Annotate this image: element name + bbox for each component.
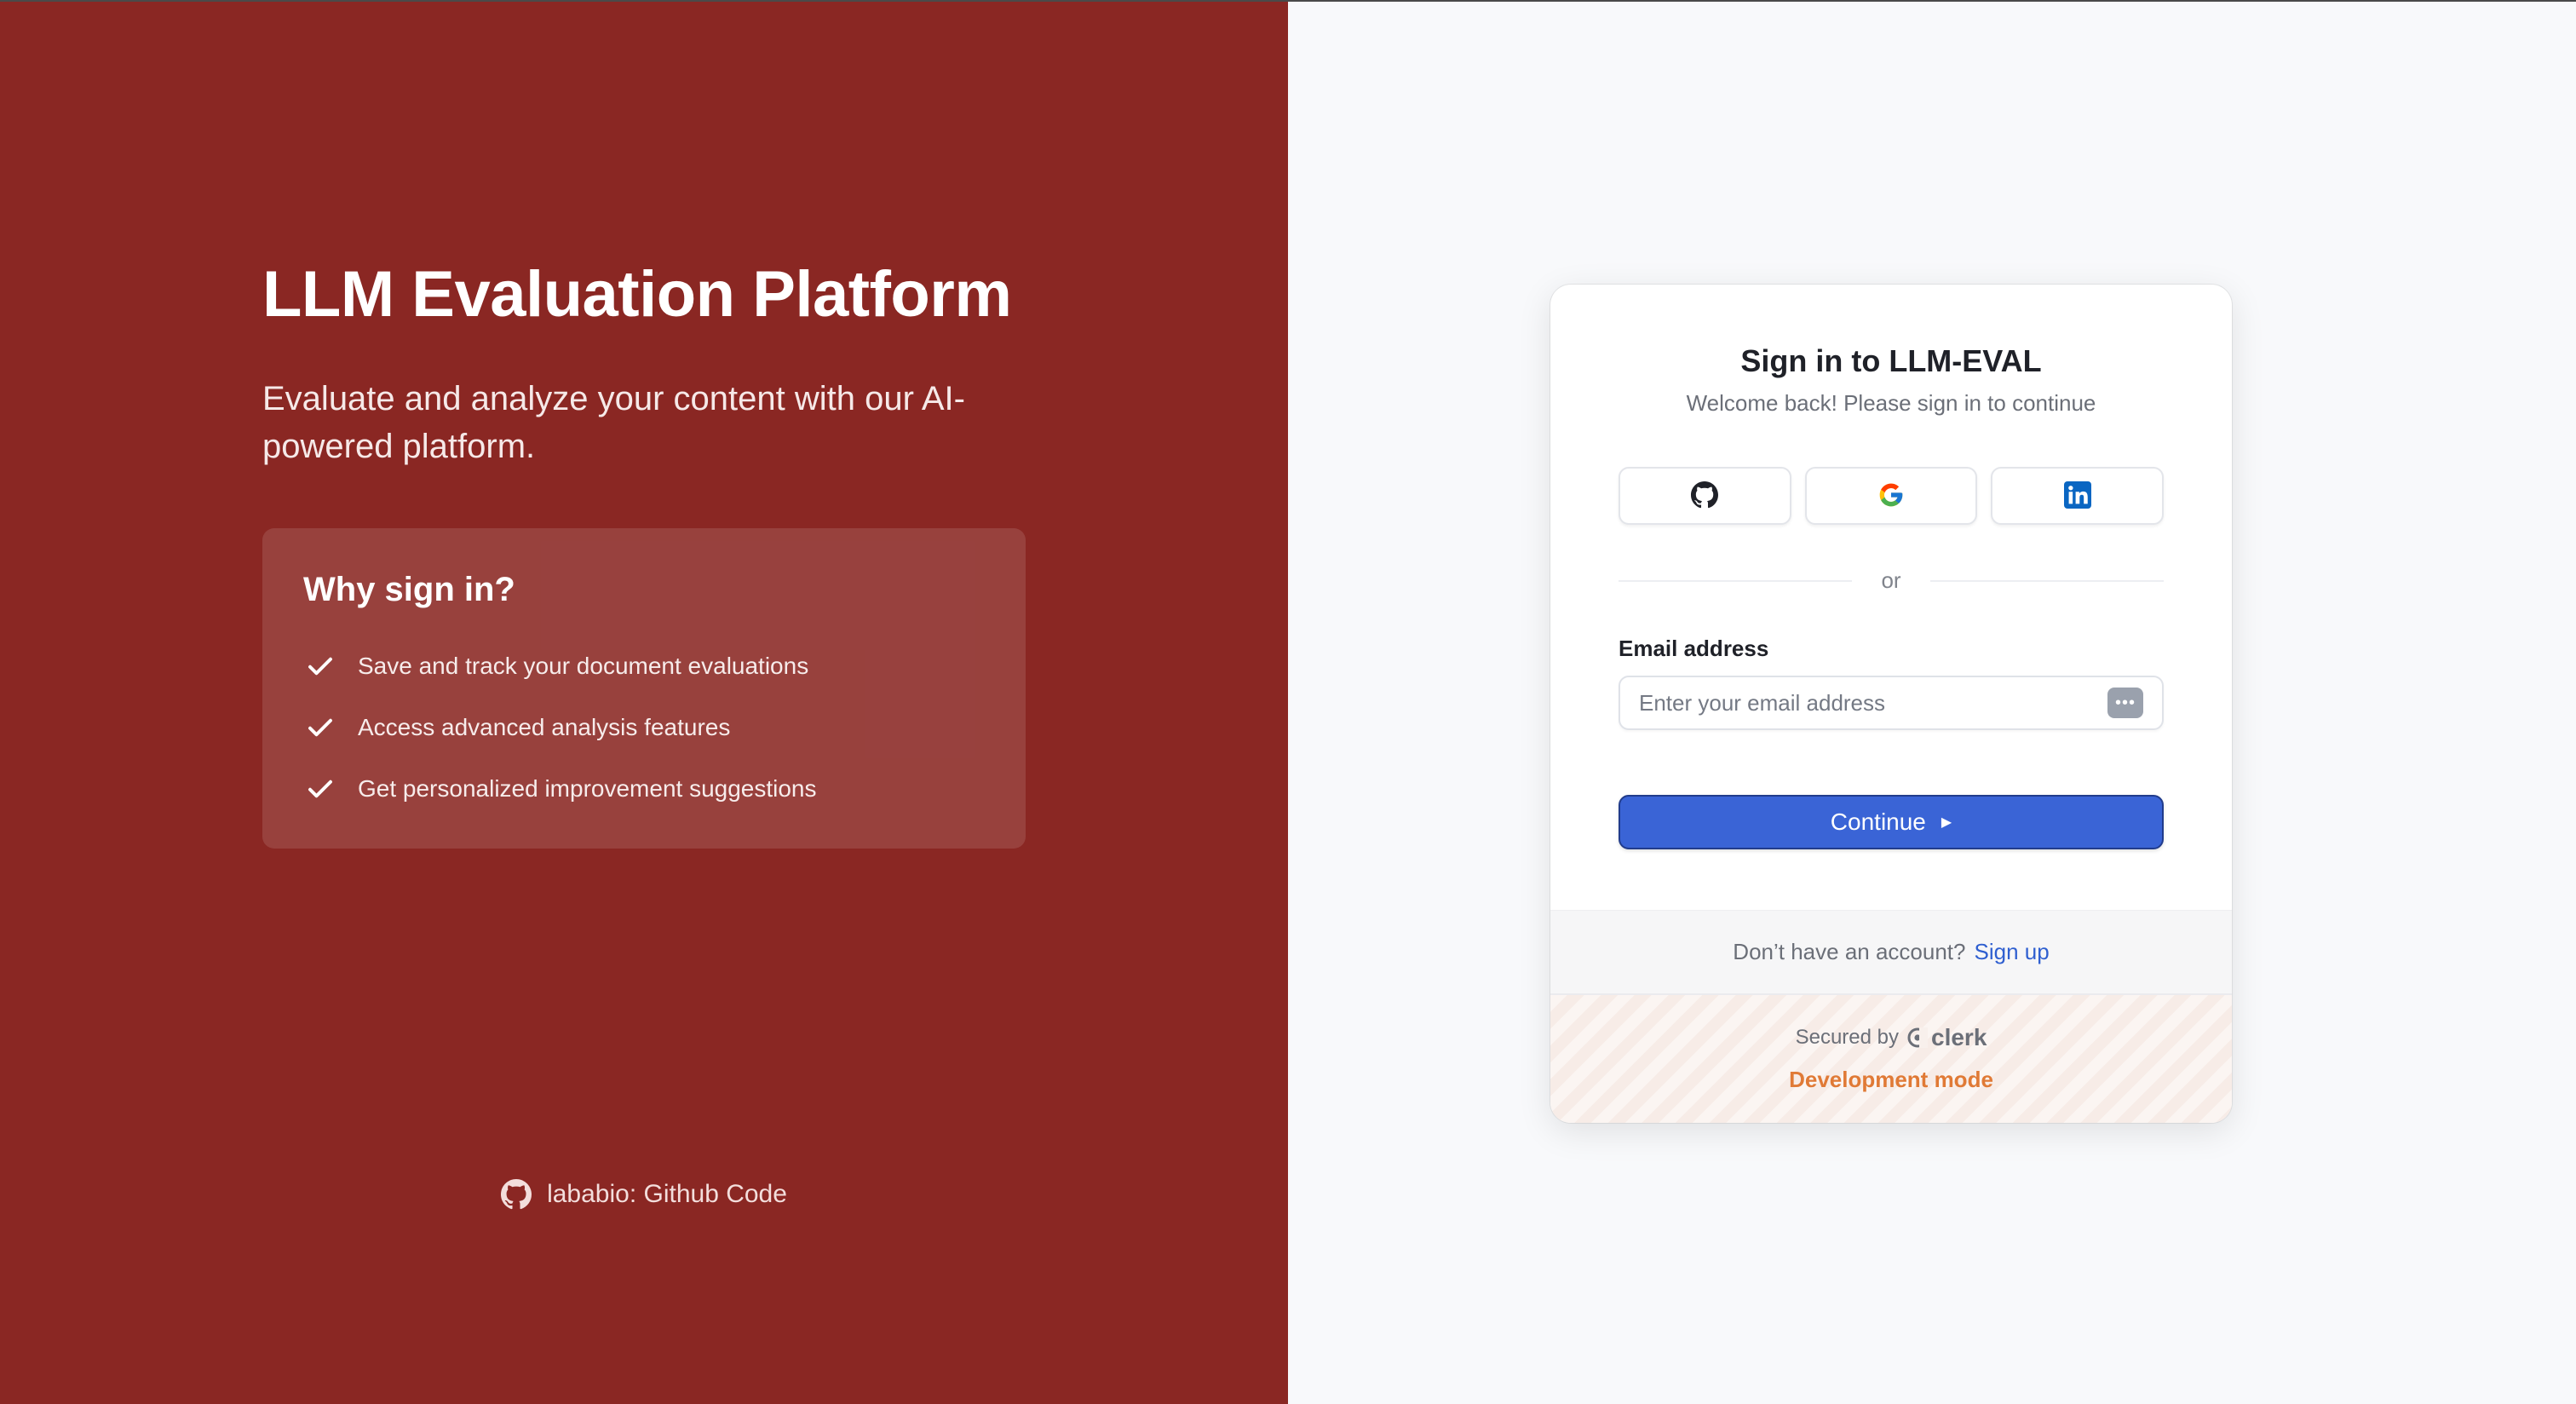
clerk-brand-text: clerk [1931,1024,1987,1050]
clerk-logo[interactable]: clerk [1907,1024,1987,1051]
why-signin-title: Why sign in? [303,571,515,608]
clerk-icon [1907,1027,1928,1048]
github-signin-button[interactable] [1619,467,1791,525]
email-input-wrapper: ••• [1619,676,2164,730]
divider-line [1929,579,2164,582]
list-item: Get personalized improvement suggestions [303,758,985,820]
google-icon [1877,481,1905,511]
email-field-group: Email address ••• [1619,635,2164,730]
left-panel: LLM Evaluation Platform Evaluate and ana… [0,0,1288,1404]
or-divider: or [1619,567,2164,594]
caret-right-icon: ▶ [1941,815,1952,830]
linkedin-icon [2063,480,2091,511]
list-item: Access advanced analysis features [303,697,985,758]
signup-link[interactable]: Sign up [1975,939,2050,965]
why-signin-box: Why sign in? Save and track your documen… [262,528,1026,849]
check-icon [303,711,337,745]
no-account-text: Don’t have an account? [1733,939,1966,964]
list-item: Save and track your document evaluations [303,636,985,697]
signin-form: Sign in to LLM-EVAL Welcome back! Please… [1550,285,2232,910]
benefit-text: Get personalized improvement suggestions [358,775,817,802]
github-link-label: lababio: Github Code [547,1180,787,1208]
check-icon [303,772,337,806]
secured-by: Secured by clerk [1550,1024,2232,1051]
divider-line [1619,579,1853,582]
signin-subtitle: Welcome back! Please sign in to continue [1686,390,2096,416]
hero: LLM Evaluation Platform Evaluate and ana… [262,256,1046,849]
hero-title: LLM Evaluation Platform [262,258,1012,331]
github-icon [1691,480,1719,511]
benefit-text: Save and track your document evaluations [358,653,809,679]
top-border [0,0,2576,2]
signup-prompt: Don’t have an account? Sign up [1550,910,2232,995]
secured-footer: Secured by clerk Development mode [1550,995,2232,1123]
email-input[interactable] [1639,689,2107,716]
google-signin-button[interactable] [1804,467,1978,525]
divider-text: or [1881,567,1901,593]
continue-button[interactable]: Continue ▶ [1619,795,2164,849]
github-icon [501,1179,532,1210]
signin-card: Sign in to LLM-EVAL Welcome back! Please… [1550,285,2232,1123]
linkedin-signin-button[interactable] [1991,467,2165,525]
password-manager-icon[interactable]: ••• [2107,688,2143,718]
continue-label: Continue [1830,808,1926,835]
social-buttons [1619,467,2165,525]
secured-by-text: Secured by [1795,1026,1899,1049]
hero-subtitle: Evaluate and analyze your content with o… [262,380,965,465]
signin-title: Sign in to LLM-EVAL [1740,343,2042,378]
benefits-list: Save and track your document evaluations… [303,636,985,820]
benefit-text: Access advanced analysis features [358,714,731,740]
email-label: Email address [1619,636,1769,661]
check-icon [303,649,337,683]
github-code-link[interactable]: lababio: Github Code [0,1179,1288,1210]
development-mode-badge: Development mode [1789,1067,1993,1092]
